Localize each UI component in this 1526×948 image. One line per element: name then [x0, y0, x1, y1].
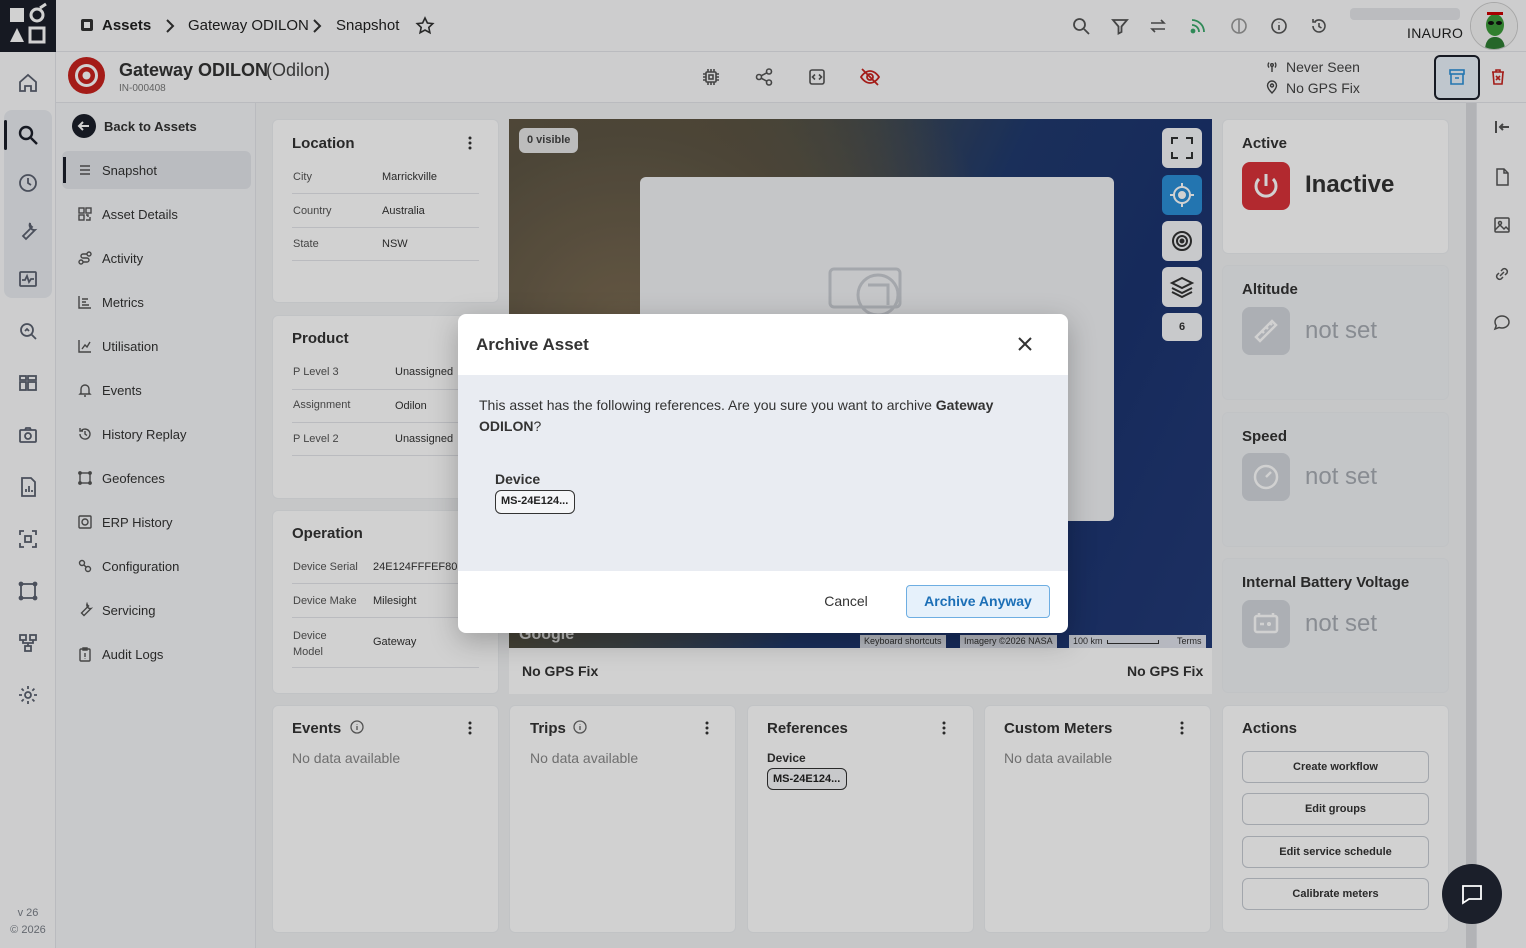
dialog-device-chip[interactable]: MS-24E124...: [495, 490, 575, 514]
dialog-message-prefix: This asset has the following references.…: [479, 397, 936, 413]
chat-button[interactable]: [1442, 864, 1502, 924]
dialog-message-suffix: ?: [533, 418, 542, 434]
dialog-message: This asset has the following references.…: [479, 395, 1039, 437]
dialog-reference-label: Device: [495, 471, 541, 487]
archive-anyway-button[interactable]: Archive Anyway: [906, 585, 1050, 618]
dialog-title: Archive Asset: [476, 335, 589, 354]
close-icon[interactable]: [1015, 334, 1035, 354]
archive-asset-dialog: Archive Asset This asset has the followi…: [458, 314, 1068, 633]
cancel-button[interactable]: Cancel: [810, 585, 882, 617]
